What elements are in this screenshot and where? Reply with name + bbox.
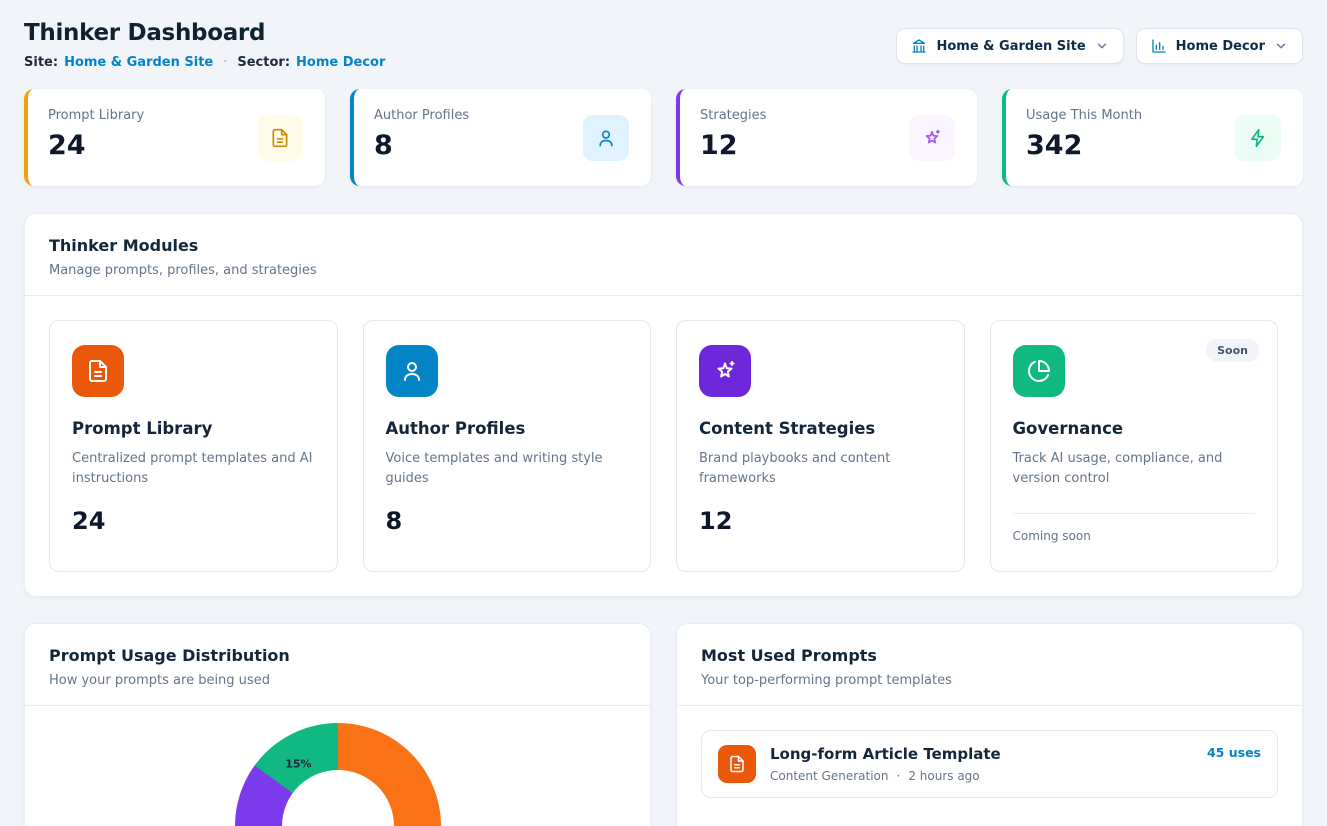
- module-card-prompt-library[interactable]: Prompt Library Centralized prompt templa…: [49, 320, 338, 572]
- prompt-item-text: Long-form Article Template Content Gener…: [770, 745, 1001, 783]
- sector-switcher-button[interactable]: Home Decor: [1136, 28, 1303, 64]
- page-title: Thinker Dashboard: [24, 20, 385, 46]
- prompt-item-meta: Content Generation · 2 hours ago: [770, 769, 1001, 783]
- sector-label: Sector:: [237, 55, 290, 70]
- module-title: Governance: [1013, 419, 1256, 438]
- prompts-card-header: Most Used Prompts Your top-performing pr…: [677, 624, 1302, 705]
- site-link[interactable]: Home & Garden Site: [64, 55, 213, 70]
- prompts-title: Most Used Prompts: [701, 646, 1278, 665]
- header-left: Thinker Dashboard Site: Home & Garden Si…: [24, 20, 385, 70]
- usage-card-header: Prompt Usage Distribution How your promp…: [25, 624, 650, 705]
- sector-switcher-label: Home Decor: [1176, 39, 1265, 54]
- usage-subtitle: How your prompts are being used: [49, 673, 626, 688]
- lightning-icon: [1235, 115, 1281, 161]
- modules-title: Thinker Modules: [49, 236, 1278, 255]
- breadcrumb: Site: Home & Garden Site · Sector: Home …: [24, 55, 385, 70]
- module-card-content-strategies[interactable]: Content Strategies Brand playbooks and c…: [676, 320, 965, 572]
- dashboard-page: Thinker Dashboard Site: Home & Garden Si…: [0, 0, 1327, 826]
- soon-badge: Soon: [1206, 339, 1259, 362]
- divider: [1013, 513, 1256, 514]
- site-switcher-label: Home & Garden Site: [936, 39, 1085, 54]
- page-header: Thinker Dashboard Site: Home & Garden Si…: [24, 20, 1303, 70]
- pie-chart-icon: [1013, 345, 1065, 397]
- user-icon: [583, 115, 629, 161]
- module-title: Prompt Library: [72, 419, 315, 438]
- coming-soon-text: Coming soon: [1013, 529, 1256, 543]
- sparkle-star-icon: [699, 345, 751, 397]
- building-icon: [911, 38, 927, 54]
- stat-card-strategies: Strategies 12: [676, 89, 977, 186]
- usage-donut: 15%: [235, 723, 441, 826]
- module-description: Voice templates and writing style guides: [386, 449, 629, 489]
- module-card-author-profiles[interactable]: Author Profiles Voice templates and writ…: [363, 320, 652, 572]
- thinker-modules-panel: Thinker Modules Manage prompts, profiles…: [24, 213, 1303, 597]
- module-title: Author Profiles: [386, 419, 629, 438]
- donut-hole: [282, 770, 394, 826]
- sector-link[interactable]: Home Decor: [296, 55, 385, 70]
- prompt-item-title: Long-form Article Template: [770, 745, 1001, 763]
- usage-title: Prompt Usage Distribution: [49, 646, 626, 665]
- chevron-down-icon: [1095, 39, 1109, 53]
- module-card-governance[interactable]: Soon Governance Track AI usage, complian…: [990, 320, 1279, 572]
- prompt-item-uses-badge: 45 uses: [1207, 745, 1261, 760]
- prompts-subtitle: Your top-performing prompt templates: [701, 673, 1278, 688]
- prompt-list: Long-form Article Template Content Gener…: [677, 706, 1302, 822]
- module-stat: 8: [386, 507, 629, 535]
- modules-grid: Prompt Library Centralized prompt templa…: [25, 296, 1302, 596]
- stat-card-usage: Usage This Month 342: [1002, 89, 1303, 186]
- modules-subtitle: Manage prompts, profiles, and strategies: [49, 263, 1278, 278]
- stats-row: Prompt Library 24 Author Profiles 8 Stra…: [24, 89, 1303, 186]
- bar-chart-icon: [1151, 38, 1167, 54]
- prompt-item-time: 2 hours ago: [908, 769, 979, 783]
- stat-card-author-profiles: Author Profiles 8: [350, 89, 651, 186]
- site-switcher-button[interactable]: Home & Garden Site: [896, 28, 1123, 64]
- usage-distribution-card: Prompt Usage Distribution How your promp…: [24, 623, 651, 826]
- donut-chart-area: 15%: [25, 706, 650, 826]
- module-description: Track AI usage, compliance, and version …: [1013, 449, 1256, 489]
- module-description: Centralized prompt templates and AI inst…: [72, 449, 315, 489]
- file-text-icon: [257, 115, 303, 161]
- module-stat: 12: [699, 507, 942, 535]
- stat-card-prompt-library: Prompt Library 24: [24, 89, 325, 186]
- file-text-icon: [72, 345, 124, 397]
- header-actions: Home & Garden Site Home Decor: [896, 28, 1303, 64]
- modules-panel-header: Thinker Modules Manage prompts, profiles…: [25, 214, 1302, 295]
- site-label: Site:: [24, 55, 58, 70]
- file-text-icon: [718, 745, 756, 783]
- breadcrumb-separator: ·: [223, 55, 227, 70]
- chevron-down-icon: [1274, 39, 1288, 53]
- module-stat: 24: [72, 507, 315, 535]
- module-title: Content Strategies: [699, 419, 942, 438]
- user-icon: [386, 345, 438, 397]
- module-description: Brand playbooks and content frameworks: [699, 449, 942, 489]
- donut-segment-label: 15%: [285, 758, 311, 771]
- meta-separator: ·: [896, 769, 900, 783]
- most-used-prompts-card: Most Used Prompts Your top-performing pr…: [676, 623, 1303, 826]
- prompt-item-category: Content Generation: [770, 769, 888, 783]
- list-item-prompt[interactable]: Long-form Article Template Content Gener…: [701, 730, 1278, 798]
- sparkle-star-icon: [909, 115, 955, 161]
- bottom-row: Prompt Usage Distribution How your promp…: [24, 623, 1303, 826]
